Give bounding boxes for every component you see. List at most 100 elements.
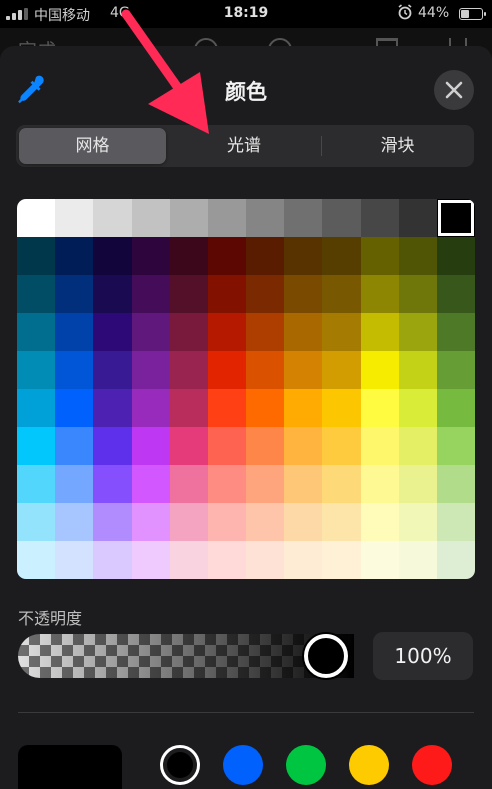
color-swatch[interactable] [286, 745, 326, 785]
color-grid-cell[interactable] [93, 465, 132, 503]
color-grid-cell[interactable] [170, 313, 208, 351]
color-grid-cell[interactable] [322, 351, 361, 389]
color-grid-cell[interactable] [437, 427, 475, 465]
color-grid-cell[interactable] [284, 313, 322, 351]
color-grid-cell[interactable] [284, 199, 322, 237]
color-grid-cell[interactable] [361, 275, 399, 313]
color-grid-cell[interactable] [208, 427, 246, 465]
color-grid-cell[interactable] [246, 427, 284, 465]
close-button[interactable] [434, 70, 474, 110]
opacity-slider[interactable] [18, 634, 354, 678]
color-grid-cell[interactable] [322, 313, 361, 351]
color-grid-cell[interactable] [399, 237, 437, 275]
color-swatch[interactable] [349, 745, 389, 785]
color-grid-cell[interactable] [322, 389, 361, 427]
color-grid-cell[interactable] [170, 503, 208, 541]
color-grid-cell[interactable] [17, 237, 55, 275]
color-grid-cell[interactable] [246, 275, 284, 313]
color-grid-cell[interactable] [170, 389, 208, 427]
color-grid-cell[interactable] [132, 465, 170, 503]
color-grid-cell[interactable] [361, 313, 399, 351]
color-grid-cell[interactable] [322, 465, 361, 503]
color-grid-cell[interactable] [170, 237, 208, 275]
color-grid-cell[interactable] [399, 427, 437, 465]
color-grid-cell[interactable] [399, 351, 437, 389]
color-grid-cell[interactable] [93, 541, 132, 579]
color-grid-cell[interactable] [170, 199, 208, 237]
color-grid-cell[interactable] [437, 465, 475, 503]
color-grid-cell[interactable] [55, 313, 93, 351]
color-grid-cell[interactable] [55, 351, 93, 389]
color-grid-cell[interactable] [284, 427, 322, 465]
color-grid-cell[interactable] [399, 313, 437, 351]
color-grid-cell[interactable] [208, 503, 246, 541]
color-grid-cell[interactable] [132, 313, 170, 351]
color-grid-cell[interactable] [93, 313, 132, 351]
color-grid-cell[interactable] [208, 313, 246, 351]
color-grid-cell[interactable] [17, 275, 55, 313]
color-grid-cell[interactable] [361, 237, 399, 275]
color-grid-cell[interactable] [55, 237, 93, 275]
color-grid-cell[interactable] [322, 427, 361, 465]
tab-sliders[interactable]: 滑块 [324, 128, 471, 164]
color-grid-cell[interactable] [17, 313, 55, 351]
color-grid-cell[interactable] [17, 199, 55, 237]
color-grid-cell[interactable] [132, 351, 170, 389]
color-grid-cell[interactable] [93, 503, 132, 541]
color-grid-cell[interactable] [170, 427, 208, 465]
color-grid-cell[interactable] [322, 541, 361, 579]
color-grid-cell[interactable] [361, 427, 399, 465]
color-grid-cell[interactable] [55, 275, 93, 313]
color-grid-cell[interactable] [246, 313, 284, 351]
color-grid-cell[interactable] [399, 275, 437, 313]
color-grid-cell[interactable] [132, 389, 170, 427]
color-grid-cell[interactable] [93, 237, 132, 275]
color-grid-cell[interactable] [132, 541, 170, 579]
color-grid-cell[interactable] [399, 389, 437, 427]
color-swatch[interactable] [412, 745, 452, 785]
color-grid-cell[interactable] [55, 427, 93, 465]
color-swatch[interactable] [223, 745, 263, 785]
color-grid-cell[interactable] [284, 275, 322, 313]
color-grid-cell[interactable] [284, 503, 322, 541]
color-grid-cell[interactable] [361, 465, 399, 503]
color-grid-cell[interactable] [246, 351, 284, 389]
color-grid-cell[interactable] [55, 541, 93, 579]
color-grid-cell[interactable] [208, 237, 246, 275]
color-grid-cell[interactable] [132, 199, 170, 237]
color-grid-cell[interactable] [170, 351, 208, 389]
color-grid-cell[interactable] [208, 465, 246, 503]
color-grid-cell[interactable] [361, 389, 399, 427]
color-grid-cell[interactable] [437, 351, 475, 389]
color-grid-cell[interactable] [208, 541, 246, 579]
color-swatch[interactable] [160, 745, 200, 785]
color-grid-cell[interactable] [361, 503, 399, 541]
color-grid-cell[interactable] [17, 351, 55, 389]
color-grid-cell[interactable] [284, 351, 322, 389]
color-grid-cell[interactable] [322, 199, 361, 237]
color-grid-cell[interactable] [437, 199, 475, 237]
color-grid-cell[interactable] [208, 199, 246, 237]
color-grid-cell[interactable] [132, 427, 170, 465]
color-grid-cell[interactable] [208, 389, 246, 427]
opacity-value-field[interactable]: 100% [373, 632, 473, 680]
color-grid-cell[interactable] [17, 503, 55, 541]
color-grid-cell[interactable] [437, 389, 475, 427]
color-grid-cell[interactable] [246, 237, 284, 275]
color-grid-cell[interactable] [437, 541, 475, 579]
color-grid-cell[interactable] [55, 503, 93, 541]
color-grid-cell[interactable] [208, 351, 246, 389]
tab-spectrum[interactable]: 光谱 [170, 128, 318, 164]
color-grid-cell[interactable] [399, 465, 437, 503]
color-grid-cell[interactable] [284, 237, 322, 275]
color-grid-cell[interactable] [361, 199, 399, 237]
color-grid-cell[interactable] [170, 541, 208, 579]
color-grid-cell[interactable] [55, 389, 93, 427]
color-grid-cell[interactable] [361, 541, 399, 579]
color-grid-cell[interactable] [132, 275, 170, 313]
color-grid-cell[interactable] [246, 541, 284, 579]
color-grid-cell[interactable] [170, 275, 208, 313]
color-grid-cell[interactable] [437, 275, 475, 313]
color-grid-cell[interactable] [17, 389, 55, 427]
color-grid-cell[interactable] [322, 275, 361, 313]
